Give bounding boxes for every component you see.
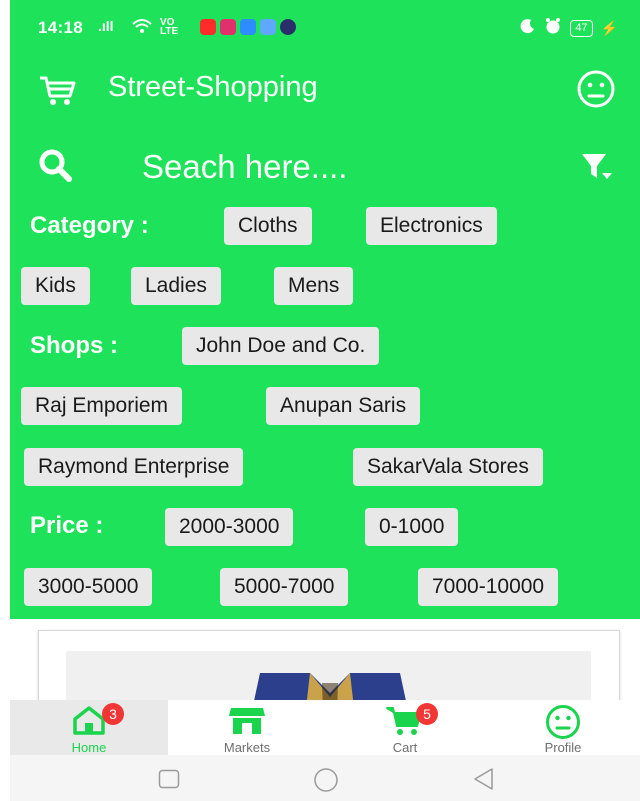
filter-icon[interactable] <box>580 152 614 187</box>
chip-ladies[interactable]: Ladies <box>131 267 221 305</box>
chip-kids[interactable]: Kids <box>21 267 90 305</box>
tab-cart-label: Cart <box>392 740 418 755</box>
notification-icons <box>200 19 296 35</box>
app-title: Street-Shopping <box>108 71 318 103</box>
store-icon <box>227 704 267 741</box>
tab-profile-label: Profile <box>544 740 582 755</box>
chip-raj-emporiem[interactable]: Raj Emporiem <box>21 387 183 425</box>
app-screen: 14:18 .ıll VO LTE 47 ⚡ Street-Shopping S… <box>10 0 640 801</box>
chip-sakarvala[interactable]: SakarVala Stores <box>353 448 543 486</box>
search-input[interactable]: Seach here.... <box>142 148 347 186</box>
home-nav-button[interactable] <box>313 767 339 798</box>
alarm-icon <box>544 17 562 40</box>
chip-price-0-1000[interactable]: 0-1000 <box>365 508 459 546</box>
usb-icon <box>240 19 256 35</box>
search-bar: Seach here.... <box>10 126 640 206</box>
bottom-navigation: 3 Home Markets 5 Cart Profile <box>10 700 640 755</box>
filter-panel: Seach here.... Category : Cloths Electro… <box>10 126 640 619</box>
tab-markets-label: Markets <box>223 740 271 755</box>
face-icon <box>545 704 581 745</box>
search-icon[interactable] <box>38 148 74 189</box>
chip-price-5000-7000[interactable]: 5000-7000 <box>220 568 349 606</box>
chip-anupan-saris[interactable]: Anupan Saris <box>266 387 421 425</box>
tab-cart[interactable]: 5 Cart <box>326 700 484 755</box>
cart-badge: 5 <box>416 703 438 725</box>
system-navigation-bar <box>10 755 640 801</box>
shops-label: Shops : <box>30 332 118 359</box>
tab-profile[interactable]: Profile <box>484 700 640 755</box>
home-badge: 3 <box>102 703 124 725</box>
recents-button[interactable] <box>158 769 180 794</box>
chip-price-2000-3000[interactable]: 2000-3000 <box>165 508 294 546</box>
instagram-icon <box>220 19 236 35</box>
volte-icon: VO LTE <box>160 17 179 37</box>
chip-raymond[interactable]: Raymond Enterprise <box>24 448 244 486</box>
charging-icon: ⚡ <box>600 20 618 36</box>
moon-icon <box>520 18 536 39</box>
gallery-icon <box>260 19 276 35</box>
status-bar: 14:18 .ıll VO LTE 47 ⚡ <box>10 0 640 56</box>
signal-icon: .ıll <box>98 18 114 34</box>
chip-mens[interactable]: Mens <box>274 267 354 305</box>
chip-price-7000-10000[interactable]: 7000-10000 <box>418 568 559 606</box>
app-bar: Street-Shopping <box>10 56 640 126</box>
status-time: 14:18 <box>38 18 83 37</box>
status-right: 47 ⚡ <box>520 17 618 40</box>
battery-icon: 47 <box>570 20 593 37</box>
tab-markets[interactable]: Markets <box>168 700 326 755</box>
shopping-cart-icon[interactable] <box>38 74 78 111</box>
youtube-icon <box>200 19 216 35</box>
chip-price-3000-5000[interactable]: 3000-5000 <box>24 568 153 606</box>
chip-john-doe[interactable]: John Doe and Co. <box>182 327 380 365</box>
category-label: Category : <box>30 212 149 239</box>
chip-cloths[interactable]: Cloths <box>224 207 312 245</box>
tab-home[interactable]: 3 Home <box>10 700 168 755</box>
wifi-icon <box>132 17 152 40</box>
back-button[interactable] <box>472 767 494 796</box>
price-label: Price : <box>30 512 104 539</box>
tab-home-label: Home <box>71 740 107 755</box>
profile-face-icon[interactable] <box>576 69 616 114</box>
app-notification-icon <box>280 19 296 35</box>
chip-electronics[interactable]: Electronics <box>366 207 497 245</box>
